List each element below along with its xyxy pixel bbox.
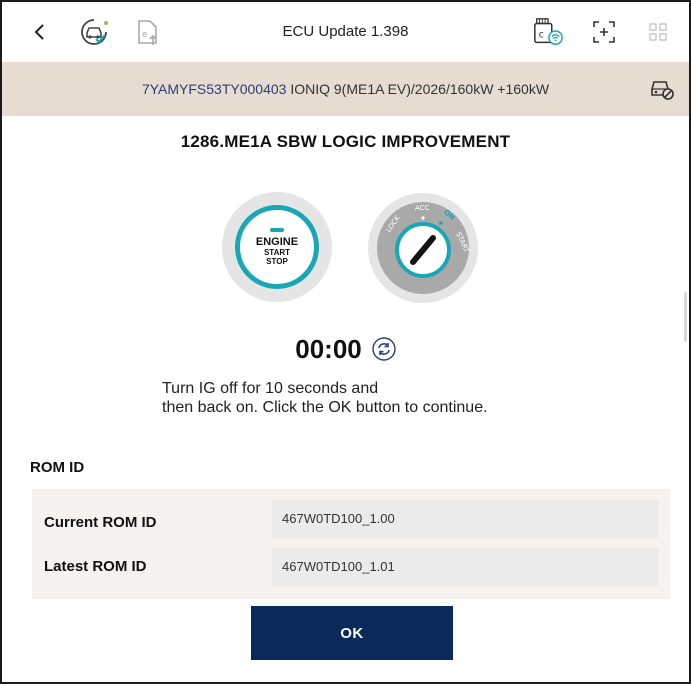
grid-menu-icon[interactable] xyxy=(642,16,674,48)
vehicle-info-text: 7YAMYFS53TY000403 IONIQ 9(ME1A EV)/2026/… xyxy=(2,62,689,116)
svg-text:e: e xyxy=(142,30,148,40)
screen-capture-icon[interactable] xyxy=(588,16,620,48)
timer-row: 00:00 xyxy=(2,332,689,366)
top-bar: ECU Update 1.398 e c xyxy=(2,2,689,62)
app-window: ECU Update 1.398 e c 7YAMYFS53TY000403 I… xyxy=(0,0,691,684)
stop-label: STOP xyxy=(266,257,288,266)
svg-text:c: c xyxy=(539,30,544,41)
chevron-left-icon[interactable] xyxy=(24,16,56,48)
vci-wifi-icon[interactable]: c xyxy=(532,16,564,48)
instruction-line-1: Turn IG off for 10 seconds and xyxy=(162,380,379,397)
rom-id-panel: Current ROM ID 467W0TD100_1.00 Latest RO… xyxy=(32,489,670,599)
procedure-title: 1286.ME1A SBW LOGIC IMPROVEMENT xyxy=(180,132,511,151)
vehicle-settings-icon[interactable] xyxy=(649,77,675,101)
engine-start-stop-button-graphic: ENGINE START STOP xyxy=(235,205,319,289)
latest-rom-id-label: Latest ROM ID xyxy=(44,558,147,575)
vehicle-check-icon[interactable] xyxy=(78,16,110,48)
engine-start-stop-illustration: ENGINE START STOP xyxy=(222,192,332,302)
ok-button[interactable]: OK xyxy=(251,606,453,660)
vehicle-info-bar: 7YAMYFS53TY000403 IONIQ 9(ME1A EV)/2026/… xyxy=(2,62,689,116)
scrollbar-thumb[interactable] xyxy=(684,292,687,342)
vehicle-model: IONIQ 9(ME1A EV)/2026/160kW +160kW xyxy=(290,81,550,97)
refresh-icon[interactable] xyxy=(372,337,396,361)
instruction-text: Turn IG off for 10 seconds and then back… xyxy=(162,379,592,417)
engine-label: ENGINE xyxy=(255,236,299,248)
instruction-line-2: then back on. Click the OK button to con… xyxy=(162,399,488,416)
document-upload-icon[interactable]: e xyxy=(132,16,164,48)
rom-id-section-title: ROM ID xyxy=(30,459,85,476)
current-rom-id-label: Current ROM ID xyxy=(44,514,157,531)
latest-rom-id-value: 467W0TD100_1.01 xyxy=(272,548,658,586)
ignition-acc-label: ACC xyxy=(415,204,430,212)
start-label: START xyxy=(263,248,291,257)
current-rom-id-value: 467W0TD100_1.00 xyxy=(272,500,658,538)
countdown-timer: 00:00 xyxy=(295,333,362,364)
vehicle-vin: 7YAMYFS53TY000403 xyxy=(141,81,287,97)
engine-indicator-dash xyxy=(270,228,284,232)
ignition-key-illustration: LOCK ACC ON START xyxy=(367,192,479,304)
